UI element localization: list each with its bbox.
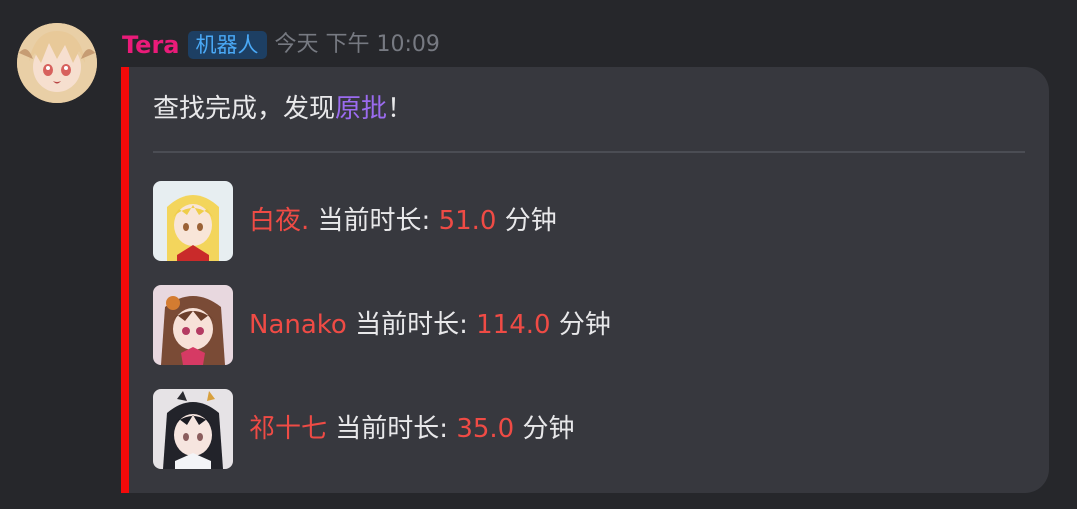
result-text-3: 祁十七 当前时长: 35.0 分钟 [249, 411, 574, 447]
embed-description: 查找完成，发现原批！ [153, 91, 413, 127]
result-name: 祁十七 [249, 414, 328, 444]
bot-badge: 机器人 [187, 31, 267, 59]
result-row-3: 祁十七 当前时长: 35.0 分钟 [153, 389, 574, 469]
duration-label: 当前时长: [317, 206, 431, 236]
description-prefix: 查找完成，发现 [153, 94, 336, 124]
result-row-2: Nanako 当前时长: 114.0 分钟 [153, 285, 611, 365]
result-avatar-1 [153, 181, 233, 261]
result-name: Nanako [249, 310, 347, 340]
message-header: Tera 机器人 今天 下午 10:09 [122, 30, 440, 60]
yellow-hair-avatar-icon [153, 181, 233, 261]
user-avatar[interactable] [17, 23, 97, 103]
description-suffix: ！ [387, 94, 414, 124]
duration-label: 当前时长: [355, 310, 468, 340]
duration-unit: 分钟 [504, 206, 557, 236]
embed-divider [153, 151, 1025, 153]
result-avatar-2 [153, 285, 233, 365]
black-hair-avatar-icon [153, 389, 233, 469]
brown-hair-avatar-icon [153, 285, 233, 365]
result-row-1: 白夜. 当前时长: 51.0 分钟 [153, 181, 557, 261]
duration-label: 当前时长: [335, 414, 449, 444]
result-text-1: 白夜. 当前时长: 51.0 分钟 [249, 203, 557, 239]
embed-accent-bar [121, 67, 129, 493]
duration-value: 35.0 [456, 414, 515, 444]
duration-unit: 分钟 [558, 310, 611, 340]
description-highlight: 原批 [335, 94, 388, 124]
result-name: 白夜. [249, 206, 310, 236]
duration-unit: 分钟 [522, 414, 575, 444]
chat-message: Tera 机器人 今天 下午 10:09 查找完成，发现原批！ 白夜. 当前时长… [0, 0, 1077, 509]
result-avatar-3 [153, 389, 233, 469]
embed-card: 查找完成，发现原批！ 白夜. 当前时长: 51.0 分钟 Nanako 当前时长… [121, 67, 1049, 493]
duration-value: 51.0 [438, 206, 497, 236]
duration-value: 114.0 [476, 310, 551, 340]
message-timestamp: 今天 下午 10:09 [274, 32, 440, 57]
anime-avatar-icon [17, 23, 97, 103]
result-text-2: Nanako 当前时长: 114.0 分钟 [249, 307, 611, 343]
username[interactable]: Tera [122, 30, 180, 60]
